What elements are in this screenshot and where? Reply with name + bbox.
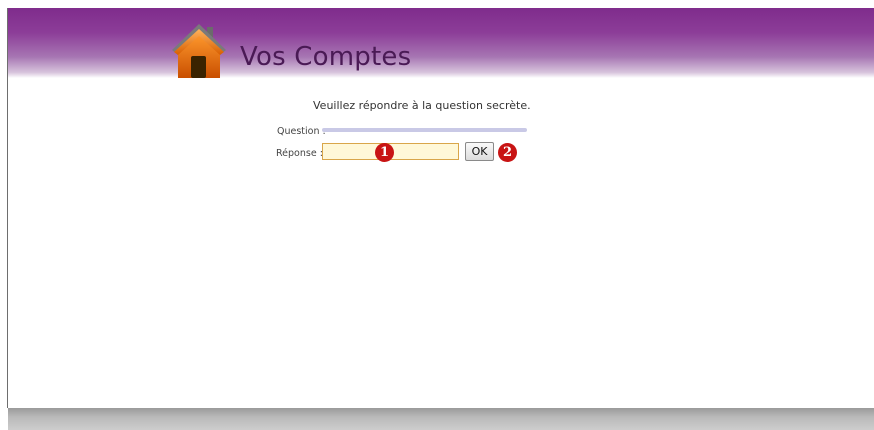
site-header [8, 8, 874, 78]
blurred-question-placeholder [322, 128, 527, 132]
question-text-redacted [322, 125, 527, 135]
page-footer [8, 408, 874, 430]
site-title: Vos Comptes [240, 42, 412, 72]
question-label: Question : [277, 126, 326, 137]
answer-label: Réponse : [276, 148, 323, 159]
security-question-prompt: Veuillez répondre à la question secrète. [313, 99, 531, 112]
callout-marker-1: 1 [375, 143, 394, 162]
ok-button[interactable]: OK [465, 142, 494, 161]
callout-marker-2: 2 [498, 143, 517, 162]
browser-frame-top [0, 0, 874, 8]
house-icon [172, 24, 226, 78]
